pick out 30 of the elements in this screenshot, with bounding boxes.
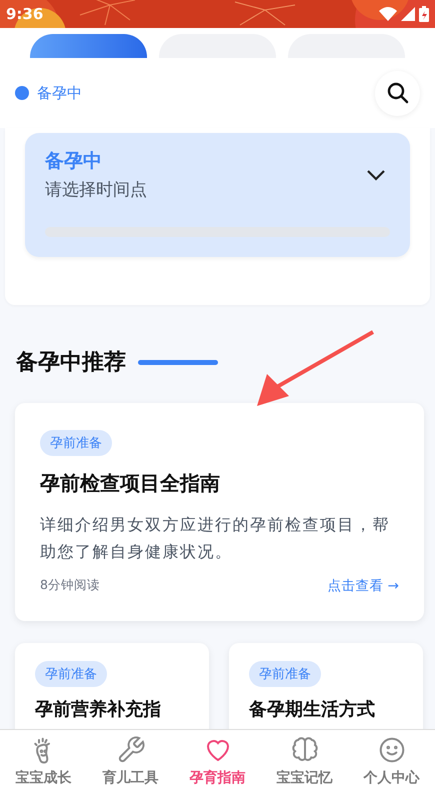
category-tag: 孕前准备 [40,430,112,456]
category-tag: 孕前准备 [35,661,107,687]
article-card[interactable]: 孕前准备 孕前营养补充指 [15,643,209,729]
article-title: 孕前检查项目全指南 [40,470,220,497]
article-title: 备孕期生活方式 [249,698,375,721]
signal-icon [401,7,415,21]
article-description: 详细介绍男女双方应进行的孕前检查项目，帮助您了解自身健康状况。 [40,514,391,563]
nav-tab[interactable]: 宝宝记忆 [261,730,348,789]
battery-icon [419,6,429,22]
article-title: 孕前营养补充指 [35,698,161,721]
wifi-icon [379,7,397,21]
nav-tab[interactable]: 孕育指南 [174,730,261,789]
stage-title: 备孕中 [45,149,103,174]
search-icon [386,81,410,105]
status-time: 9:36 [6,5,44,23]
stage-label: 备孕中 [37,84,82,102]
read-time: 8分钟阅读 [40,577,100,594]
stage-tab[interactable] [30,34,147,58]
stage-selector[interactable]: 备孕中 请选择时间点 [25,133,410,257]
nav-tab[interactable]: 个人中心 [348,730,435,789]
nav-tab[interactable]: 宝宝成长 [0,730,87,789]
status-dot-icon [15,86,29,100]
view-link[interactable]: 点击查看 → [327,577,399,595]
category-tag: 孕前准备 [249,661,321,687]
search-button[interactable] [375,70,420,116]
article-card[interactable]: 孕前准备 备孕期生活方式 [229,643,423,729]
nav-tab[interactable]: 育儿工具 [87,730,174,789]
article-card[interactable]: 孕前准备 孕前检查项目全指南 详细介绍男女双方应进行的孕前检查项目，帮助您了解自身健康状况。 8分钟阅读 点击查看 → [15,403,424,621]
section-title: 备孕中推荐 [16,349,126,377]
time-point-prompt: 请选择时间点 [45,179,148,201]
